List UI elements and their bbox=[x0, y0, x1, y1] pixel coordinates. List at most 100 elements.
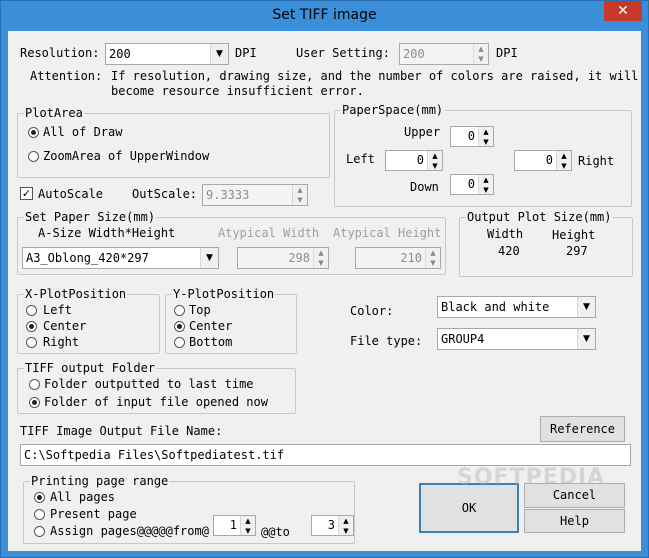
output-file-label: TIFF Image Output File Name: bbox=[20, 424, 223, 438]
a-size-label: A-Size Width*Height bbox=[38, 226, 176, 240]
chevron-down-icon[interactable]: ▼ bbox=[577, 329, 595, 349]
radio-x-center[interactable] bbox=[26, 321, 37, 332]
spin-up-icon: ▲ bbox=[432, 152, 438, 160]
radio-folder-last-time-label: Folder outputted to last time bbox=[44, 377, 254, 391]
x-plot-position-group: X-PlotPosition Left Center Right bbox=[17, 287, 160, 354]
title-bar[interactable]: Set TIFF image ✕ bbox=[1, 1, 648, 31]
radio-folder-input-file-label: Folder of input file opened now bbox=[44, 395, 268, 409]
resolution-value: 200 bbox=[109, 47, 131, 61]
radio-all-of-draw-label: All of Draw bbox=[43, 125, 123, 139]
radio-all-pages-label: All pages bbox=[50, 490, 116, 504]
file-type-combo[interactable]: GROUP4 ▼ bbox=[437, 328, 596, 350]
radio-y-center[interactable] bbox=[174, 321, 185, 332]
spin-up-icon: ▲ bbox=[478, 45, 484, 53]
output-plot-size-label: Output Plot Size(mm) bbox=[466, 210, 613, 224]
output-file-input[interactable]: C:\Softpedia Files\Softpediatest.tif bbox=[20, 444, 631, 466]
right-spinner[interactable]: 0 ▲ ▼ bbox=[514, 150, 572, 171]
spin-up-icon: ▲ bbox=[483, 176, 489, 184]
dialog-window: Set TIFF image ✕ Resolution: 200 ▼ DPI U… bbox=[0, 0, 649, 558]
radio-zoomarea[interactable] bbox=[28, 151, 39, 162]
user-setting-spinner: 200 ▲ ▼ bbox=[399, 43, 489, 65]
color-label: Color: bbox=[350, 304, 394, 318]
radio-present-page-label: Present page bbox=[50, 507, 137, 521]
output-width-value: 420 bbox=[498, 244, 520, 258]
user-setting-label: User Setting: bbox=[296, 46, 390, 60]
spin-down-icon: ▼ bbox=[483, 138, 489, 146]
radio-x-left[interactable] bbox=[26, 305, 37, 316]
plot-area-label: PlotArea bbox=[24, 106, 84, 120]
paper-space-group: PaperSpace(mm) Upper 0 ▲ ▼ Left 0 ▲ ▼ 0 ▲ ▼… bbox=[334, 103, 632, 207]
outscale-value: 9.3333 bbox=[206, 188, 250, 202]
resolution-combo[interactable]: 200 ▼ bbox=[105, 43, 229, 65]
y-plot-position-group: Y-PlotPosition Top Center Bottom bbox=[165, 287, 297, 354]
file-type-label: File type: bbox=[350, 334, 423, 348]
spin-up-icon: ▲ bbox=[430, 249, 436, 257]
radio-all-of-draw[interactable] bbox=[28, 127, 39, 138]
spin-buttons[interactable]: ▲ ▼ bbox=[478, 127, 493, 146]
radio-assign-pages[interactable] bbox=[34, 526, 45, 537]
atypical-width-spinner: 298 ▲ ▼ bbox=[237, 247, 329, 269]
spin-buttons[interactable]: ▲ ▼ bbox=[556, 151, 571, 170]
left-value: 0 bbox=[416, 153, 424, 167]
attention-line-1: If resolution, drawing size, and the num… bbox=[111, 69, 639, 83]
spin-buttons[interactable]: ▲ ▼ bbox=[338, 516, 353, 535]
atypical-height-spinner: 210 ▲ ▼ bbox=[355, 247, 441, 269]
spin-buttons: ▲ ▼ bbox=[425, 248, 440, 268]
ok-button[interactable]: OK bbox=[419, 483, 519, 533]
reference-button[interactable]: Reference bbox=[540, 416, 625, 442]
radio-y-top[interactable] bbox=[174, 305, 185, 316]
page-from-value: 1 bbox=[229, 518, 237, 532]
close-button[interactable]: ✕ bbox=[604, 1, 642, 21]
radio-y-center-label: Center bbox=[189, 319, 233, 333]
autoscale-checkbox[interactable]: ✓ bbox=[20, 187, 33, 200]
spin-down-icon: ▼ bbox=[245, 527, 251, 535]
watermark: SOFTPEDIA bbox=[457, 465, 606, 490]
chevron-down-icon[interactable]: ▼ bbox=[577, 297, 595, 317]
radio-zoomarea-label: ZoomArea of UpperWindow bbox=[43, 149, 210, 163]
tiff-output-folder-group: TIFF output Folder Folder outputted to l… bbox=[17, 361, 296, 414]
radio-x-right[interactable] bbox=[26, 337, 37, 348]
page-to-spinner[interactable]: 3 ▲ ▼ bbox=[311, 515, 354, 536]
down-spinner[interactable]: 0 ▲ ▼ bbox=[450, 174, 494, 195]
a-size-combo[interactable]: A3_Oblong_420*297 ▼ bbox=[22, 247, 219, 269]
output-width-label: Width bbox=[487, 227, 524, 241]
help-button[interactable]: Help bbox=[524, 509, 625, 533]
radio-all-pages[interactable] bbox=[34, 492, 45, 503]
file-type-value: GROUP4 bbox=[441, 332, 485, 346]
radio-x-right-label: Right bbox=[43, 335, 80, 349]
color-combo[interactable]: Black and white ▼ bbox=[437, 296, 596, 318]
radio-assign-pages-label: Assign pages@@@@@from@ bbox=[50, 524, 209, 538]
spin-buttons[interactable]: ▲ ▼ bbox=[478, 175, 493, 194]
x-plot-position-label: X-PlotPosition bbox=[24, 287, 128, 301]
spin-buttons: ▲ ▼ bbox=[292, 185, 307, 205]
right-value: 0 bbox=[545, 153, 553, 167]
radio-folder-last-time[interactable] bbox=[29, 379, 40, 390]
upper-spinner[interactable]: 0 ▲ ▼ bbox=[450, 126, 494, 147]
left-spinner[interactable]: 0 ▲ ▼ bbox=[385, 150, 443, 171]
spin-buttons[interactable]: ▲ ▼ bbox=[427, 151, 442, 170]
chevron-down-icon[interactable]: ▼ bbox=[200, 248, 218, 268]
radio-y-bottom-label: Bottom bbox=[189, 335, 233, 349]
spin-buttons: ▲ ▼ bbox=[313, 248, 328, 268]
radio-folder-input-file[interactable] bbox=[29, 397, 40, 408]
spin-up-icon: ▲ bbox=[297, 186, 303, 194]
attention-label: Attention: bbox=[30, 69, 103, 83]
user-setting-unit: DPI bbox=[496, 46, 518, 60]
output-height-value: 297 bbox=[566, 244, 588, 258]
radio-present-page[interactable] bbox=[34, 509, 45, 520]
close-icon: ✕ bbox=[617, 3, 629, 19]
spin-down-icon: ▼ bbox=[432, 162, 438, 170]
spin-down-icon: ▼ bbox=[343, 527, 349, 535]
upper-label: Upper bbox=[404, 125, 441, 139]
spin-down-icon: ▼ bbox=[561, 162, 567, 170]
atypical-width-label: Atypical Width bbox=[218, 226, 320, 240]
resolution-unit: DPI bbox=[235, 46, 257, 60]
down-value: 0 bbox=[467, 177, 475, 191]
spin-down-icon: ▼ bbox=[297, 196, 303, 204]
spin-buttons[interactable]: ▲ ▼ bbox=[240, 516, 255, 535]
page-from-spinner[interactable]: 1 ▲ ▼ bbox=[213, 515, 256, 536]
radio-x-center-label: Center bbox=[43, 319, 87, 333]
chevron-down-icon[interactable]: ▼ bbox=[210, 44, 228, 64]
spin-down-icon: ▼ bbox=[478, 55, 484, 63]
radio-y-bottom[interactable] bbox=[174, 337, 185, 348]
